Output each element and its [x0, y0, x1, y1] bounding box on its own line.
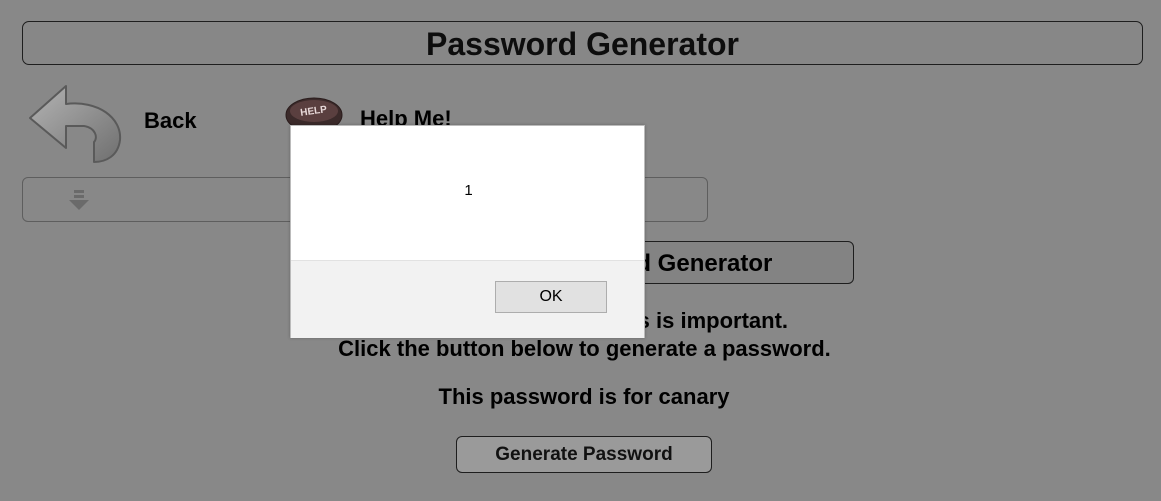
ok-button[interactable]: OK: [495, 281, 607, 313]
dialog-message: 1: [464, 182, 473, 199]
password-for-text: This password is for canary: [438, 384, 730, 409]
instruction-line-2: Click the button below to generate a pas…: [338, 336, 831, 361]
back-arrow-icon[interactable]: [26, 78, 126, 164]
back-label[interactable]: Back: [144, 108, 197, 134]
generate-password-button[interactable]: Generate Password: [456, 436, 712, 473]
double-arrow-down-icon[interactable]: [67, 188, 91, 212]
back-link[interactable]: Back: [26, 78, 226, 164]
page-title: Password Generator: [22, 21, 1143, 65]
alert-dialog: 1 OK: [290, 125, 645, 338]
dialog-footer: OK: [291, 260, 644, 338]
page: Password Generator Back HELP Help Me! Pa…: [0, 0, 1161, 501]
